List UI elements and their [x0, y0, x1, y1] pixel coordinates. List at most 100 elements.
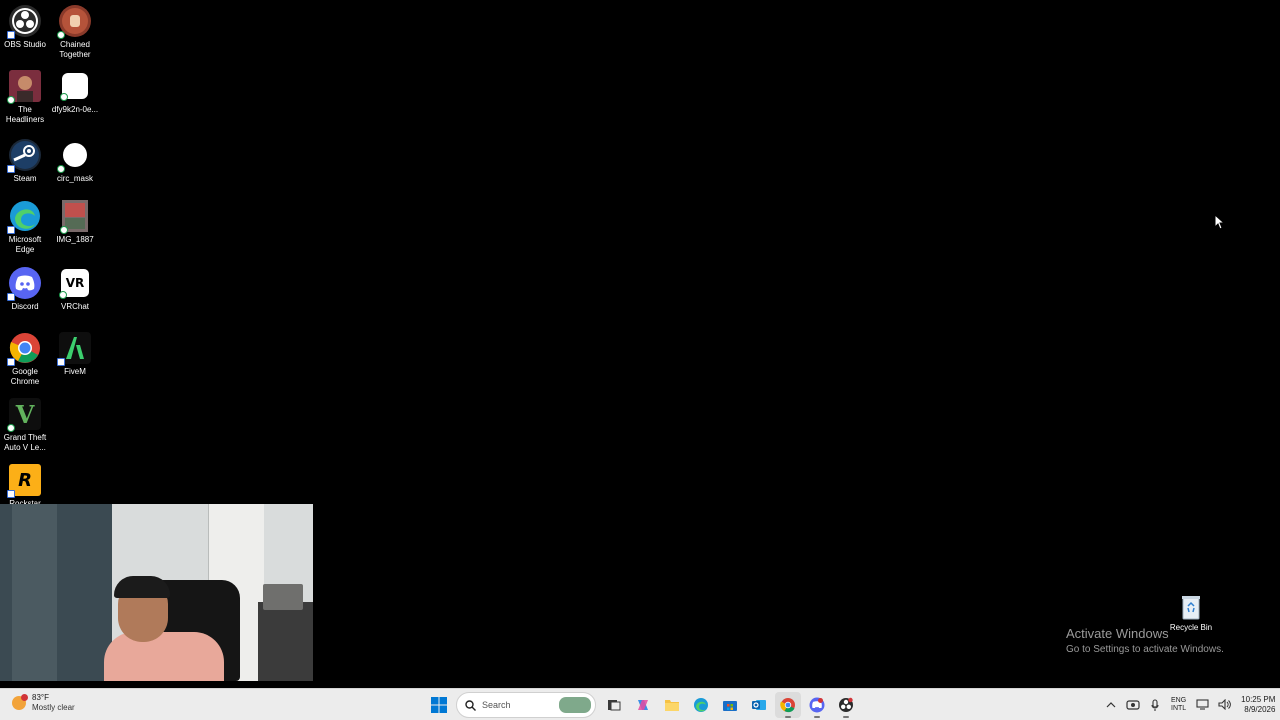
- rockstar-icon: R: [7, 464, 41, 498]
- desktop-icon-gta-v[interactable]: V Grand Theft Auto V Le...: [0, 398, 50, 453]
- edge-taskbar-button[interactable]: [688, 692, 714, 718]
- chained-together-icon: [57, 5, 91, 39]
- copilot-button[interactable]: [630, 692, 656, 718]
- outlook-button[interactable]: [746, 692, 772, 718]
- file-explorer-button[interactable]: [659, 692, 685, 718]
- sync-badge-icon: [57, 31, 65, 39]
- taskbar-center: Search: [424, 692, 860, 718]
- webcam-person-body: [104, 632, 224, 681]
- webcam-background-counter: [258, 602, 313, 681]
- blank-file-icon: [60, 73, 88, 101]
- discord-icon: [7, 267, 41, 301]
- microsoft-store-button[interactable]: [717, 692, 743, 718]
- tray-app-button[interactable]: [1126, 698, 1140, 712]
- vrchat-icon: VR: [59, 269, 89, 299]
- desktop-icon-label: The Headliners: [5, 105, 45, 124]
- task-view-button[interactable]: [601, 692, 627, 718]
- desktop-icon-rockstar[interactable]: R Rockstar: [0, 464, 50, 509]
- shortcut-badge-icon: [7, 358, 15, 366]
- webcam-person-cap: [114, 576, 170, 598]
- desktop-icon-label: VRChat: [60, 302, 89, 311]
- chevron-up-icon: [1106, 701, 1116, 707]
- webcam-background-oven: [263, 584, 303, 610]
- running-indicator: [842, 716, 849, 718]
- desktop-icon-discord[interactable]: Discord: [0, 267, 50, 312]
- recycle-bin-icon: [1180, 594, 1202, 620]
- file-explorer-icon: [664, 700, 679, 711]
- clock-time: 10:25 PM: [1241, 694, 1276, 704]
- search-icon: [465, 699, 476, 711]
- weather-condition: Mostly clear: [32, 703, 75, 712]
- sync-badge-icon: [60, 226, 68, 234]
- rockstar-logo-text: R: [18, 469, 32, 491]
- taskbar-search-box[interactable]: Search: [456, 692, 596, 718]
- windows-logo-icon: [430, 697, 447, 713]
- steam-icon: [7, 139, 41, 173]
- keyboard-layout: INTL: [1171, 704, 1187, 712]
- edge-icon: [7, 200, 41, 234]
- shortcut-badge-icon: [7, 31, 15, 39]
- desktop-icon-the-headliners[interactable]: The Headliners: [0, 70, 50, 125]
- desktop-icon-label: Discord: [11, 302, 39, 311]
- sync-badge-icon: [7, 96, 15, 104]
- obs-taskbar-button[interactable]: [833, 692, 859, 718]
- outlook-icon: [751, 700, 766, 710]
- search-placeholder: Search: [482, 700, 511, 710]
- desktop-icon-label: OBS Studio: [4, 40, 46, 49]
- speaker-icon: [1218, 699, 1231, 710]
- desktop-icon-obs-studio[interactable]: OBS Studio: [0, 5, 50, 50]
- photo-icon: [60, 200, 88, 234]
- sync-badge-icon: [60, 93, 68, 101]
- system-tray: ENG INTL 10:25 PM 8/9/2026: [1100, 689, 1275, 720]
- desktop-icon-steam[interactable]: Steam: [0, 139, 50, 184]
- desktop-icon-vrchat[interactable]: VR VRChat: [50, 267, 100, 312]
- desktop-icon-label: Google Chrome: [10, 367, 40, 386]
- shortcut-badge-icon: [57, 358, 65, 366]
- headliners-icon: [7, 70, 41, 104]
- input-language-button[interactable]: ENG INTL: [1171, 697, 1186, 713]
- discord-icon: [809, 697, 824, 713]
- task-view-icon: [607, 700, 620, 711]
- gta-v-logo-text: V: [15, 399, 35, 429]
- taskbar-clock[interactable]: 10:25 PM 8/9/2026: [1241, 695, 1275, 715]
- search-highlight-icon: [559, 697, 591, 713]
- obs-icon: [7, 5, 41, 39]
- shortcut-badge-icon: [7, 226, 15, 234]
- weather-icon: [12, 694, 28, 710]
- start-button[interactable]: [426, 692, 452, 718]
- show-hidden-icons-button[interactable]: [1104, 698, 1118, 712]
- network-icon: [1196, 699, 1209, 710]
- desktop-icon-dfy9k2n[interactable]: dfy9k2n-0e...: [50, 70, 100, 115]
- webcam-overlay: [0, 504, 313, 681]
- discord-taskbar-button[interactable]: [804, 692, 830, 718]
- running-indicator: [813, 716, 820, 718]
- network-button[interactable]: [1195, 698, 1209, 712]
- chrome-icon: [779, 698, 795, 713]
- sync-badge-icon: [7, 424, 15, 432]
- microphone-tray-button[interactable]: [1148, 698, 1162, 712]
- desktop-icon-label: circ_mask: [56, 174, 93, 183]
- desktop-icon-circ-mask[interactable]: circ_mask: [50, 139, 100, 184]
- desktop-icon-google-chrome[interactable]: Google Chrome: [0, 332, 50, 387]
- microsoft-store-icon: [722, 701, 737, 711]
- chrome-icon: [7, 332, 41, 366]
- desktop-icon-label: Microsoft Edge: [8, 235, 42, 254]
- desktop-icon-img-1887[interactable]: IMG_1887: [50, 200, 100, 245]
- desktop-icon-chained-together[interactable]: Chained Together: [50, 5, 100, 60]
- circle-image-icon: [57, 139, 91, 173]
- clock-date: 8/9/2026: [1244, 704, 1276, 714]
- desktop-icon-microsoft-edge[interactable]: Microsoft Edge: [0, 200, 50, 255]
- mouse-cursor-icon: [1214, 213, 1226, 230]
- watermark-title: Activate Windows: [1066, 626, 1169, 641]
- activation-watermark: Activate Windows Go to Settings to activ…: [1066, 626, 1224, 657]
- weather-temperature: 83°F: [32, 693, 49, 702]
- gta-v-icon: V: [7, 398, 41, 432]
- weather-widget[interactable]: 83°F Mostly clear: [12, 693, 75, 713]
- chrome-taskbar-button[interactable]: [774, 692, 801, 718]
- vrchat-logo-text: VR: [65, 276, 85, 290]
- webcam-background-panel: [12, 504, 57, 681]
- desktop-icon-fivem[interactable]: FiveM: [50, 332, 100, 377]
- volume-button[interactable]: [1217, 698, 1231, 712]
- copilot-icon: [637, 700, 648, 710]
- shortcut-badge-icon: [7, 490, 15, 498]
